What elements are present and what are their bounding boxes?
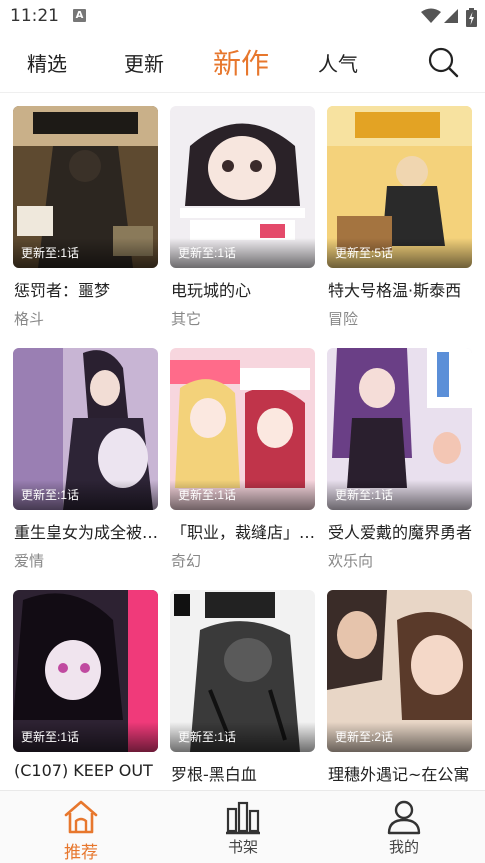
tab-featured[interactable]: 精选 bbox=[27, 48, 67, 77]
update-overlay: 更新至:2话 bbox=[327, 722, 472, 752]
header-divider bbox=[0, 92, 485, 93]
comic-cover[interactable]: 更新至:1话 bbox=[170, 590, 315, 752]
tab-new-works[interactable]: 新作 bbox=[213, 42, 269, 82]
comic-card[interactable]: 更新至:1话 重生皇女为成全被诅咒的孤独公爵 爱情 bbox=[13, 348, 159, 578]
comic-card[interactable]: 更新至:1话 (C107) KEEP OUT bbox=[13, 590, 158, 820]
comic-cover[interactable]: 更新至:1话 bbox=[13, 106, 158, 268]
comic-title[interactable]: 惩罚者：噩梦 bbox=[14, 277, 159, 301]
comic-cover[interactable]: 更新至:1话 bbox=[13, 348, 158, 510]
comic-genre: 奇幻 bbox=[171, 552, 202, 570]
nav-label: 书架 bbox=[227, 838, 258, 856]
signal-icon bbox=[444, 9, 458, 23]
comic-title[interactable]: 电玩城的心 bbox=[171, 277, 316, 301]
update-overlay: 更新至:5话 bbox=[327, 238, 472, 268]
tab-popular[interactable]: 人气 bbox=[318, 48, 358, 77]
nav-label: 我的 bbox=[388, 838, 419, 856]
top-tab-bar: 精选 更新 新作 人气 bbox=[0, 34, 485, 92]
comic-cover[interactable]: 更新至:2话 bbox=[327, 590, 472, 752]
comic-genre: 冒险 bbox=[328, 310, 359, 328]
notification-icon: A bbox=[73, 9, 86, 22]
update-status: 更新至:1话 bbox=[178, 246, 237, 260]
comic-card[interactable]: 更新至:5话 特大号格温·斯泰西 冒险 bbox=[327, 106, 472, 336]
comic-cover[interactable]: 更新至:5话 bbox=[327, 106, 472, 268]
comic-title[interactable]: 重生皇女为成全被诅咒的孤独公爵 bbox=[14, 519, 159, 543]
update-status: 更新至:1话 bbox=[178, 730, 237, 744]
status-bar: 11:21 A bbox=[0, 0, 485, 34]
update-overlay: 更新至:1话 bbox=[170, 238, 315, 268]
search-icon bbox=[428, 47, 459, 78]
search-button[interactable] bbox=[426, 46, 460, 80]
update-status: 更新至:5话 bbox=[335, 246, 394, 260]
comic-genre: 爱情 bbox=[14, 552, 45, 570]
comic-title[interactable]: 理穗外遇记~在公寓 bbox=[328, 761, 473, 785]
status-time: 11:21 bbox=[10, 6, 59, 26]
update-status: 更新至:1话 bbox=[21, 730, 80, 744]
update-overlay: 更新至:1话 bbox=[13, 722, 158, 752]
comic-cover[interactable]: 更新至:1话 bbox=[170, 106, 315, 268]
tab-updates[interactable]: 更新 bbox=[124, 48, 164, 77]
update-status: 更新至:1话 bbox=[335, 488, 394, 502]
comic-title[interactable]: (C107) KEEP OUT bbox=[14, 761, 159, 780]
update-status: 更新至:1话 bbox=[178, 488, 237, 502]
comic-card[interactable]: 更新至:1话 罗根-黑白血 bbox=[170, 590, 315, 820]
update-status: 更新至:1话 bbox=[21, 246, 80, 260]
comic-genre: 其它 bbox=[171, 310, 202, 328]
update-overlay: 更新至:1话 bbox=[170, 722, 315, 752]
update-status: 更新至:2话 bbox=[335, 730, 394, 744]
comic-title[interactable]: 特大号格温·斯泰西 bbox=[328, 277, 473, 301]
update-overlay: 更新至:1话 bbox=[327, 480, 472, 510]
update-status: 更新至:1话 bbox=[21, 488, 80, 502]
home-icon bbox=[64, 800, 98, 834]
comic-cover[interactable]: 更新至:1话 bbox=[327, 348, 472, 510]
comic-card[interactable]: 更新至:1话 受人爱戴的魔界勇者 欢乐向 bbox=[327, 348, 472, 578]
comic-title[interactable]: 「职业，裁缝店」的VRMMO bbox=[171, 519, 316, 543]
update-overlay: 更新至:1话 bbox=[13, 480, 158, 510]
comic-title[interactable]: 受人爱戴的魔界勇者 bbox=[328, 519, 473, 543]
battery-icon bbox=[466, 8, 477, 27]
bookshelf-icon bbox=[226, 801, 260, 835]
comic-title[interactable]: 罗根-黑白血 bbox=[171, 761, 316, 785]
comic-cover[interactable]: 更新至:1话 bbox=[170, 348, 315, 510]
comic-cover[interactable]: 更新至:1话 bbox=[13, 590, 158, 752]
nav-recommend[interactable]: 推荐 bbox=[21, 791, 141, 863]
update-overlay: 更新至:1话 bbox=[170, 480, 315, 510]
comic-card[interactable]: 更新至:2话 理穗外遇记~在公寓 bbox=[327, 590, 472, 820]
comic-genre: 格斗 bbox=[14, 310, 45, 328]
user-icon bbox=[387, 800, 421, 835]
nav-bookshelf[interactable]: 书架 bbox=[183, 791, 303, 863]
comic-card[interactable]: 更新至:1话 惩罚者：噩梦 格斗 bbox=[13, 106, 158, 336]
update-overlay: 更新至:1话 bbox=[13, 238, 158, 268]
nav-label: 推荐 bbox=[64, 843, 98, 863]
comic-card[interactable]: 更新至:1话 电玩城的心 其它 bbox=[170, 106, 315, 336]
wifi-icon bbox=[421, 8, 441, 23]
nav-mine[interactable]: 我的 bbox=[344, 791, 464, 863]
bottom-nav: 推荐 书架 我的 bbox=[0, 790, 485, 863]
comic-genre: 欢乐向 bbox=[328, 552, 374, 570]
comic-card[interactable]: 更新至:1话 「职业，裁缝店」的VRMMO 奇幻 bbox=[170, 348, 316, 578]
